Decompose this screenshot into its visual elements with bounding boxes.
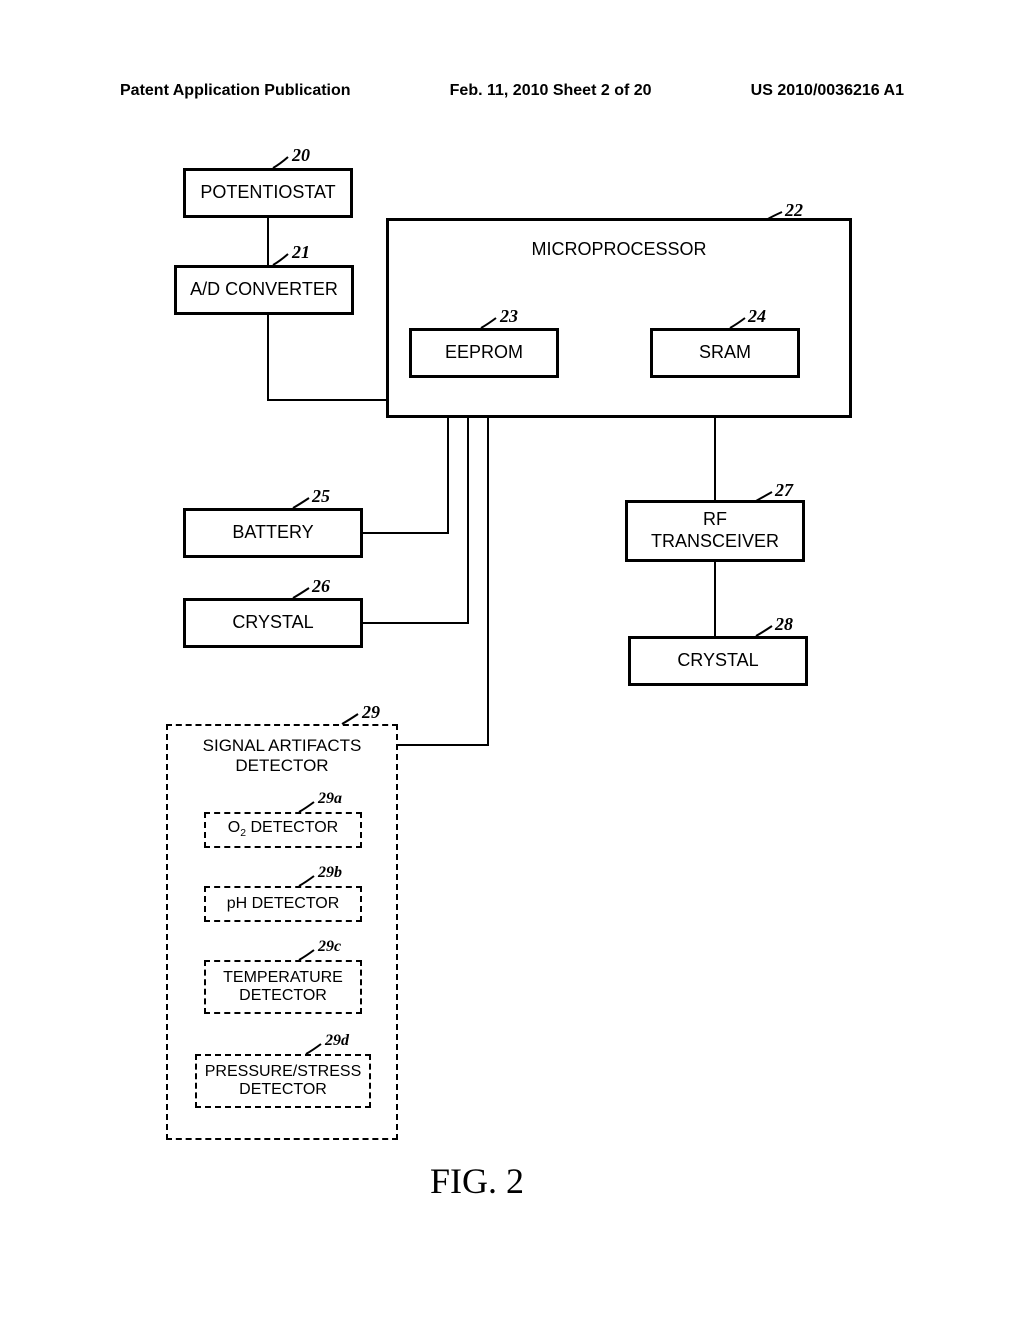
ref-28: 28 <box>775 614 793 635</box>
ref-25: 25 <box>312 486 330 507</box>
ref-26: 26 <box>312 576 330 597</box>
ref-29b: 29b <box>318 864 342 882</box>
signal-artifacts-l2: DETECTOR <box>235 756 328 775</box>
signal-artifacts-title: SIGNAL ARTIFACTS DETECTOR <box>168 736 396 775</box>
signal-artifacts-l1: SIGNAL ARTIFACTS <box>203 736 362 755</box>
microprocessor-label: MICROPROCESSOR <box>531 239 706 261</box>
diagram-canvas: POTENTIOSTAT 20 A/D CONVERTER 21 MICROPR… <box>0 0 1024 1320</box>
block-rf-transceiver: RF TRANSCEIVER <box>625 500 805 562</box>
ref-29a: 29a <box>318 790 342 808</box>
o2-detector-label: O2 DETECTOR <box>228 819 338 840</box>
block-crystal-left: CRYSTAL <box>183 598 363 648</box>
ref-20: 20 <box>292 145 310 166</box>
block-ph-detector: pH DETECTOR <box>204 886 362 922</box>
block-pressure-detector: PRESSURE/STRESS DETECTOR <box>195 1054 371 1108</box>
temperature-l1: TEMPERATURE <box>223 969 343 987</box>
pressure-l2: DETECTOR <box>239 1081 327 1099</box>
block-microprocessor: MICROPROCESSOR <box>386 218 852 418</box>
ref-29: 29 <box>362 702 380 723</box>
block-battery: BATTERY <box>183 508 363 558</box>
figure-caption: FIG. 2 <box>430 1160 524 1202</box>
block-temperature-detector: TEMPERATURE DETECTOR <box>204 960 362 1014</box>
block-crystal-right: CRYSTAL <box>628 636 808 686</box>
block-eeprom: EEPROM <box>409 328 559 378</box>
block-sram: SRAM <box>650 328 800 378</box>
ref-22: 22 <box>785 200 803 221</box>
ref-21: 21 <box>292 242 310 263</box>
rf-transceiver-l2: TRANSCEIVER <box>651 531 779 553</box>
ref-27: 27 <box>775 480 793 501</box>
block-o2-detector: O2 DETECTOR <box>204 812 362 848</box>
ref-24: 24 <box>748 306 766 327</box>
block-ad-converter: A/D CONVERTER <box>174 265 354 315</box>
rf-transceiver-l1: RF <box>703 509 727 531</box>
ref-29d: 29d <box>325 1032 349 1050</box>
block-potentiostat: POTENTIOSTAT <box>183 168 353 218</box>
temperature-l2: DETECTOR <box>239 987 327 1005</box>
ref-29c: 29c <box>318 938 341 956</box>
ref-23: 23 <box>500 306 518 327</box>
connector-lines <box>0 0 1024 1320</box>
pressure-l1: PRESSURE/STRESS <box>205 1063 361 1081</box>
